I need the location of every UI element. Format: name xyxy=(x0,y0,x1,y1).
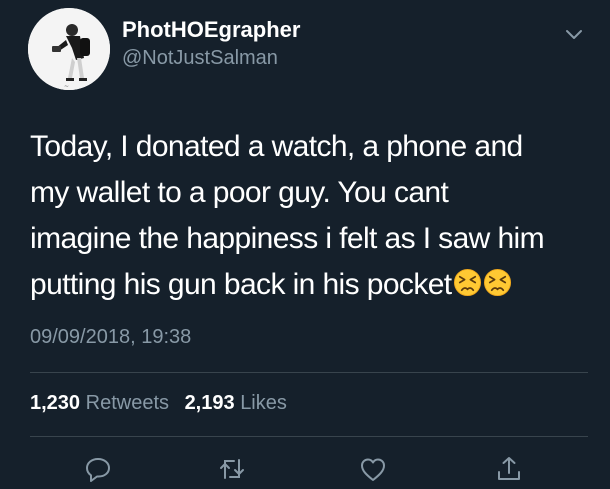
like-icon[interactable] xyxy=(358,454,388,484)
divider xyxy=(30,372,588,373)
likes-count[interactable]: 2,193 xyxy=(185,392,235,414)
share-icon[interactable] xyxy=(494,454,524,484)
display-name[interactable]: PhotHOEgrapher xyxy=(122,17,300,43)
tweet-card: ~ PhotHOEgrapher @NotJustSalman Today, I… xyxy=(0,0,610,488)
chevron-down-icon[interactable] xyxy=(562,22,586,46)
tweet-line: Today, I donated a watch, a phone and xyxy=(30,130,523,163)
tweet-line: my wallet to a poor guy. You cant xyxy=(30,176,449,209)
persevering-face-emoji xyxy=(483,265,512,297)
svg-text:~: ~ xyxy=(64,83,69,90)
retweet-icon[interactable] xyxy=(217,454,247,484)
tweet-line: imagine the happiness i felt as I saw hi… xyxy=(30,222,545,255)
likes-label[interactable]: Likes xyxy=(240,392,287,414)
action-bar xyxy=(0,448,610,488)
reply-icon[interactable] xyxy=(83,454,113,484)
tweet-line: putting his gun back in his pocket xyxy=(30,262,590,308)
tweet-text: Today, I donated a watch, a phone and my… xyxy=(30,124,590,308)
retweets-count[interactable]: 1,230 xyxy=(30,392,80,414)
tweet-stats: 1,230 Retweets 2,193 Likes xyxy=(30,392,297,415)
avatar[interactable]: ~ xyxy=(28,8,110,90)
avatar-photo: ~ xyxy=(28,8,110,90)
user-handle[interactable]: @NotJustSalman xyxy=(122,47,278,70)
retweets-label[interactable]: Retweets xyxy=(86,392,169,414)
divider xyxy=(30,436,588,437)
persevering-face-emoji xyxy=(453,265,482,297)
tweet-line-text: putting his gun back in his pocket xyxy=(30,268,452,301)
tweet-timestamp: 09/09/2018, 19:38 xyxy=(30,326,192,348)
